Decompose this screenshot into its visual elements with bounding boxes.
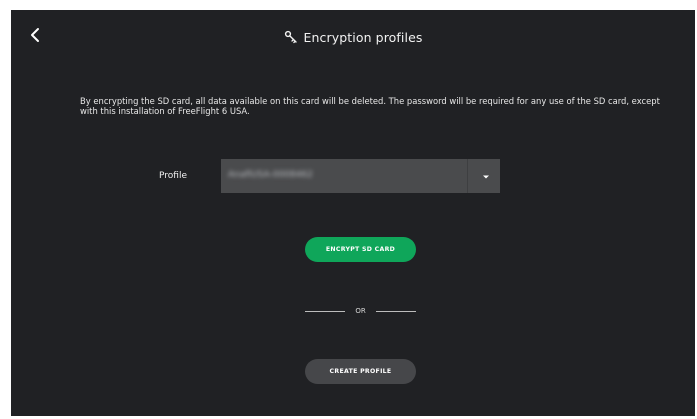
encryption-profiles-screen: Encryption profiles By encrypting the SD… <box>11 10 695 416</box>
page-title: Encryption profiles <box>303 29 423 45</box>
page-title-group: Encryption profiles <box>11 28 695 46</box>
separator-line-right <box>376 310 416 312</box>
separator-line-left <box>305 310 345 312</box>
profile-selected-value: AnafiUSA-0008462 <box>228 170 313 180</box>
encrypt-sd-card-button[interactable]: ENCRYPT SD CARD <box>305 237 416 262</box>
or-separator: OR <box>305 306 416 316</box>
header: Encryption profiles <box>11 10 695 60</box>
create-profile-button[interactable]: CREATE PROFILE <box>305 359 416 384</box>
profile-dropdown[interactable]: AnafiUSA-0008462 <box>221 159 500 193</box>
dropdown-divider <box>467 159 468 193</box>
or-label: OR <box>355 307 366 315</box>
profile-label: Profile <box>159 171 187 181</box>
key-icon <box>284 30 297 44</box>
caret-down-icon[interactable] <box>480 173 492 181</box>
encryption-warning-text: By encrypting the SD card, all data avai… <box>80 96 660 116</box>
